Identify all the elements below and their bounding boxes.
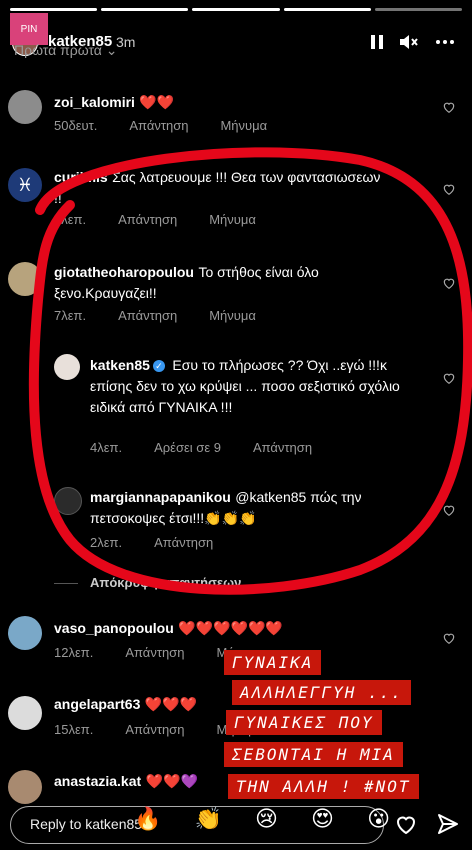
reply-username[interactable]: margiannapapanikou <box>90 489 231 505</box>
comment: zoi_kalomiri ❤️❤️ <box>54 92 174 113</box>
divider <box>54 583 78 584</box>
reply-meta: 2λεπ. Απάντηση <box>90 535 245 550</box>
comment-time: 6λεπ. <box>54 212 87 227</box>
avatar[interactable] <box>8 696 42 730</box>
story-progress <box>10 8 463 11</box>
reply-button[interactable]: Απάντηση <box>125 645 184 660</box>
reply: margiannapapanikou @katken85 πώς την πετ… <box>90 487 390 529</box>
clap-emoji[interactable]: 👏 <box>195 806 222 832</box>
avatar[interactable] <box>8 770 42 804</box>
send-icon[interactable] <box>436 812 460 836</box>
reply-time: 4λεπ. <box>90 440 123 455</box>
reply-username[interactable]: katken85 <box>90 357 150 373</box>
reply-button[interactable]: Απάντηση <box>118 308 177 323</box>
comment: anastazia.kat ❤️❤️💜 <box>54 771 198 792</box>
fire-emoji[interactable]: 🔥 <box>134 806 161 832</box>
avatar[interactable] <box>54 487 82 515</box>
comment-username[interactable]: vaso_panopoulou <box>54 620 174 636</box>
heart-eyes-emoji[interactable]: 😍 <box>311 806 334 832</box>
like-heart-icon[interactable] <box>442 371 456 385</box>
sticker-line: ΤΗΝ ΑΛΛΗ ! #NOT <box>228 774 419 799</box>
comment: angelapart63 ❤️❤️❤️ <box>54 694 197 715</box>
verified-badge-icon: ✓ <box>152 360 165 372</box>
message-button[interactable]: Μήνυμα <box>209 212 256 227</box>
more-icon[interactable] <box>434 31 456 53</box>
avatar[interactable]: ♓ <box>8 168 42 202</box>
comment-username[interactable]: curjimis <box>54 169 108 185</box>
comment-meta: 7λεπ. Απάντηση Μήνυμα <box>54 308 288 323</box>
reply-button[interactable]: Απάντηση <box>154 535 213 550</box>
message-button[interactable]: Μήνυμα <box>220 118 267 133</box>
mute-icon[interactable] <box>398 31 420 53</box>
comment-username[interactable]: anastazia.kat <box>54 773 141 789</box>
comment-meta: 50δευτ. Απάντηση Μήνυμα <box>54 118 299 133</box>
reply-time: 2λεπ. <box>90 535 123 550</box>
message-button[interactable]: Μήνυμα <box>209 308 256 323</box>
comment-username[interactable]: angelapart63 <box>54 696 140 712</box>
comment: curjimis Σας λατρευουμε !!! Θεα των φαντ… <box>54 167 384 209</box>
comment-username[interactable]: giotatheoharopoulou <box>54 264 194 280</box>
comment-text: ❤️❤️❤️❤️❤️❤️ <box>178 620 283 636</box>
avatar[interactable] <box>8 90 42 124</box>
comment-text: ❤️❤️❤️ <box>144 696 198 712</box>
reply-button[interactable]: Απάντηση <box>125 722 184 737</box>
sticker-line: ΣΕΒΟΝΤΑΙ Η ΜΙΑ <box>224 742 403 767</box>
avatar[interactable] <box>8 616 42 650</box>
like-heart-icon[interactable] <box>442 100 456 114</box>
comment-time: 12λεπ. <box>54 645 94 660</box>
comment-time: 7λεπ. <box>54 308 87 323</box>
comment-meta: 6λεπ. Απάντηση Μήνυμα <box>54 212 288 227</box>
sticker-line: ΓΥΝΑΙΚΑ <box>224 650 322 675</box>
reply-button[interactable]: Απάντηση <box>253 440 312 455</box>
avatar[interactable] <box>54 354 80 380</box>
pause-icon[interactable] <box>366 31 388 53</box>
header-time: 3m <box>116 34 136 50</box>
comment-time: 15λεπ. <box>54 722 94 737</box>
comment-username[interactable]: zoi_kalomiri <box>54 94 135 110</box>
like-heart-icon[interactable] <box>442 631 456 645</box>
like-heart-icon[interactable] <box>442 182 456 196</box>
hide-replies-button[interactable]: Απόκρυψη απαντήσεων <box>90 575 241 590</box>
sticker-line: ΓΥΝΑΙΚΕΣ ΠΟΥ <box>226 710 382 735</box>
heart-icon[interactable] <box>394 812 418 836</box>
reply-button[interactable]: Απάντηση <box>118 212 177 227</box>
reply-button[interactable]: Απάντηση <box>129 118 188 133</box>
likes-count[interactable]: Αρέσει σε 9 <box>154 440 221 455</box>
reply: katken85 ✓ Εσυ το πλήρωσες ?? Όχι ..εγώ !… <box>90 355 400 418</box>
comment: giotatheoharopoulou Το στήθος είναι όλο … <box>54 262 394 304</box>
avatar[interactable] <box>8 262 42 296</box>
reply-meta: 4λεπ. Αρέσει σε 9 Απάντηση <box>90 440 344 455</box>
like-heart-icon[interactable] <box>442 503 456 517</box>
crying-emoji[interactable]: 😢 <box>255 806 278 832</box>
comment-text: ❤️❤️💜 <box>145 773 198 789</box>
wow-emoji[interactable]: 😮 <box>367 806 390 832</box>
pin-badge: PIN <box>10 13 48 45</box>
comment-time: 50δευτ. <box>54 118 98 133</box>
comment-text: ❤️❤️ <box>139 94 175 110</box>
comment: vaso_panopoulou ❤️❤️❤️❤️❤️❤️ <box>54 618 283 639</box>
sticker-line: ΑΛΛΗΛΕΓΓΥΗ ... <box>232 680 411 705</box>
like-heart-icon[interactable] <box>442 276 456 290</box>
emoji-reactions: 🔥 👏 😢 😍 😮 <box>60 806 390 832</box>
sort-label[interactable]: Πρώτα πρώτα ⌄ <box>14 42 118 59</box>
